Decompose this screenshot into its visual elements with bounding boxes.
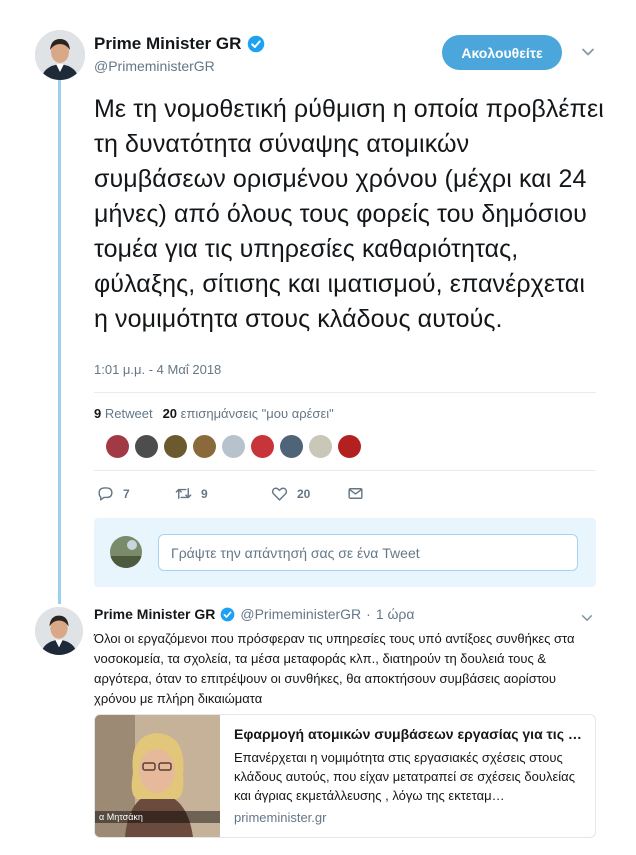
liker-avatar[interactable]: [338, 435, 361, 458]
tweet-actions: 7 9 20: [96, 484, 365, 503]
liker-avatar[interactable]: [193, 435, 216, 458]
separator-dot: ·: [366, 606, 371, 622]
reply-author-name[interactable]: Prime Minister GR: [94, 606, 215, 622]
card-domain: primeminister.gr: [234, 810, 327, 825]
card-title: Εφαρμογή ατομικών συμβάσεων εργασίας για…: [234, 726, 582, 742]
reply-time[interactable]: 1 ώρα: [376, 606, 415, 622]
reply-composer: Γράψτε την απάντησή σας σε ένα Tweet: [94, 518, 596, 587]
reply-action[interactable]: 7: [96, 484, 174, 503]
tweet-timestamp[interactable]: 1:01 μ.μ. - 4 Μαΐ 2018: [94, 362, 221, 377]
retweet-icon: [175, 488, 192, 499]
retweets-stat[interactable]: 9 Retweet: [94, 406, 153, 421]
author-name[interactable]: Prime Minister GR: [94, 34, 241, 54]
like-action[interactable]: 20: [270, 484, 346, 503]
divider: [94, 470, 596, 471]
liker-avatar[interactable]: [309, 435, 332, 458]
likers-avatars: [106, 435, 361, 458]
verified-badge-icon: [248, 35, 265, 53]
liker-avatar[interactable]: [164, 435, 187, 458]
card-thumbnail: α Μητσάκη: [95, 715, 220, 837]
chevron-down-icon[interactable]: [580, 611, 594, 625]
liker-avatar[interactable]: [135, 435, 158, 458]
card-description: Επανέρχεται η νομιμότητα στις εργασιακές…: [234, 750, 575, 803]
thread-line: [58, 80, 61, 604]
reply-input[interactable]: Γράψτε την απάντησή σας σε ένα Tweet: [158, 534, 578, 571]
verified-badge-icon: [221, 607, 235, 621]
direct-message-action[interactable]: [346, 484, 365, 503]
liker-avatar[interactable]: [222, 435, 245, 458]
reply-text: Όλοι οι εργαζόμενοι που πρόσφεραν τις υπ…: [94, 631, 575, 706]
likes-stat[interactable]: 20 επισημάνσεις "μου αρέσει": [163, 406, 334, 421]
card-body: Εφαρμογή ατομικών συμβάσεων εργασίας για…: [220, 715, 595, 837]
reply-author-handle[interactable]: @PrimeministerGR: [240, 606, 361, 622]
reply-icon: [98, 487, 113, 501]
reply-header: Prime Minister GR @PrimeministerGR · 1 ώ…: [94, 606, 415, 622]
link-card[interactable]: α Μητσάκη Εφαρμογή ατομικών συμβάσεων ερ…: [94, 714, 596, 838]
heart-icon: [271, 487, 288, 501]
author-row: Prime Minister GR: [94, 34, 265, 54]
retweet-action[interactable]: 9: [174, 484, 270, 503]
envelope-icon: [348, 488, 363, 499]
tweet-text: Με τη νομοθετική ρύθμιση η οποία προβλέπ…: [94, 95, 604, 333]
engagement-stats: 9 Retweet 20 επισημάνσεις "μου αρέσει": [94, 406, 334, 421]
current-user-avatar: [110, 536, 142, 568]
reply-author-avatar[interactable]: [35, 607, 83, 655]
author-avatar[interactable]: [35, 30, 85, 80]
chevron-down-icon[interactable]: [580, 44, 596, 60]
divider: [94, 392, 596, 393]
following-button[interactable]: Ακολουθείτε: [442, 35, 562, 70]
card-image-caption: α Μητσάκη: [95, 811, 220, 823]
liker-avatar[interactable]: [106, 435, 129, 458]
liker-avatar[interactable]: [251, 435, 274, 458]
author-handle[interactable]: @PrimeministerGR: [94, 58, 215, 74]
liker-avatar[interactable]: [280, 435, 303, 458]
